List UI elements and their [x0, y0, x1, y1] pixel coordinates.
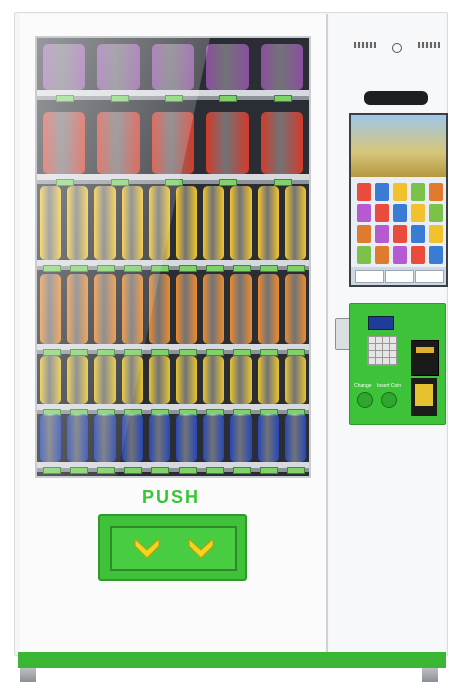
price-tag — [205, 467, 224, 474]
screen-product-thumbnail[interactable] — [375, 204, 389, 222]
coin-acceptor[interactable] — [411, 378, 437, 416]
screen-product-thumbnail[interactable] — [357, 225, 371, 243]
screen-product-thumbnail[interactable] — [411, 225, 425, 243]
payment-panel: Change Insert Coin — [349, 303, 446, 425]
screen-product-thumbnail[interactable] — [393, 246, 407, 264]
price-tag — [287, 467, 306, 474]
product-snack-bag — [206, 44, 249, 90]
screen-product-thumbnail[interactable] — [357, 204, 371, 222]
product-orange-bottle — [257, 274, 279, 344]
screen-product-thumbnail[interactable] — [411, 246, 425, 264]
product-display-window — [35, 36, 311, 478]
product-yellow-bottle — [175, 186, 198, 260]
screen-product-thumbnail[interactable] — [429, 225, 443, 243]
price-tag — [233, 265, 251, 272]
price-tag — [124, 467, 143, 474]
price-tag — [233, 349, 251, 356]
product-yellow-bottle — [284, 186, 306, 260]
price-tag — [178, 265, 197, 272]
price-tag — [178, 349, 197, 356]
screen-product-thumbnail[interactable] — [411, 204, 425, 222]
down-arrow-icon — [134, 537, 160, 559]
screen-product-thumbnail[interactable] — [393, 204, 407, 222]
price-tag — [233, 467, 251, 474]
down-arrow-icon — [188, 537, 214, 559]
price-tag — [260, 265, 279, 272]
change-return-button[interactable] — [357, 392, 373, 408]
screen-product-thumbnail[interactable] — [429, 183, 443, 201]
product-yellow-bottle — [230, 186, 252, 260]
screen-button[interactable] — [355, 270, 384, 283]
insert-coin-label: Insert Coin — [377, 383, 402, 389]
product-can — [175, 414, 198, 462]
price-tag — [219, 95, 238, 102]
camera-icon — [392, 43, 402, 53]
screen-product-thumbnail[interactable] — [411, 183, 425, 201]
product-can — [284, 414, 306, 462]
product-snack-bag — [260, 44, 303, 90]
price-tag — [205, 349, 224, 356]
leveling-foot — [422, 668, 438, 682]
delivery-flap[interactable] — [98, 514, 247, 581]
screen-product-thumbnail[interactable] — [393, 225, 407, 243]
price-tag — [178, 467, 197, 474]
product-food-pouch — [260, 112, 303, 174]
product-orange-bottle — [203, 274, 225, 344]
product-can — [175, 356, 198, 404]
keypad[interactable] — [367, 336, 397, 366]
bill-acceptor[interactable] — [411, 340, 439, 376]
price-tag — [219, 179, 238, 186]
speaker-grille-icon — [418, 42, 440, 48]
price-tag — [273, 179, 292, 186]
screen-product-thumbnail[interactable] — [357, 183, 371, 201]
price-tag — [287, 265, 306, 272]
coin-acceptor-face — [415, 384, 433, 406]
product-can — [203, 356, 225, 404]
screen-product-thumbnail[interactable] — [429, 246, 443, 264]
product-can — [284, 356, 306, 404]
product-can — [257, 356, 279, 404]
product-can — [230, 356, 252, 404]
screen-product-thumbnail[interactable] — [357, 246, 371, 264]
price-tag — [151, 467, 170, 474]
face-recognition-sensor — [364, 91, 428, 105]
speaker-grille-icon — [354, 42, 376, 48]
screen-product-thumbnail[interactable] — [375, 246, 389, 264]
product-can — [230, 414, 252, 462]
price-tag — [260, 467, 279, 474]
product-can — [257, 414, 279, 462]
change-label: Change — [354, 383, 372, 389]
price-tag — [151, 349, 170, 356]
product-can — [148, 356, 170, 404]
screen-product-thumbnail[interactable] — [375, 225, 389, 243]
price-tag — [287, 349, 306, 356]
screen-product-thumbnail[interactable] — [393, 183, 407, 201]
product-can — [148, 414, 170, 462]
screen-advert-banner — [351, 115, 446, 177]
product-yellow-bottle — [257, 186, 279, 260]
screen-nav-bar — [351, 267, 446, 285]
screen-product-thumbnail[interactable] — [375, 183, 389, 201]
screen-button[interactable] — [415, 270, 444, 283]
product-yellow-bottle — [203, 186, 225, 260]
price-display — [368, 316, 394, 330]
touch-screen[interactable] — [349, 113, 448, 287]
price-tag — [260, 349, 279, 356]
screen-product-thumbnail[interactable] — [429, 204, 443, 222]
price-tag — [205, 265, 224, 272]
product-food-pouch — [206, 112, 249, 174]
product-orange-bottle — [175, 274, 198, 344]
coin-slot[interactable] — [381, 392, 397, 408]
cabinet-base — [18, 652, 446, 668]
price-tag — [273, 95, 292, 102]
delivery-flap-inner[interactable] — [110, 526, 237, 571]
product-can — [203, 414, 225, 462]
product-orange-bottle — [284, 274, 306, 344]
leveling-foot — [20, 668, 36, 682]
screen-button[interactable] — [385, 270, 414, 283]
product-orange-bottle — [230, 274, 252, 344]
bill-slot — [416, 347, 434, 353]
push-label: PUSH — [141, 487, 200, 507]
